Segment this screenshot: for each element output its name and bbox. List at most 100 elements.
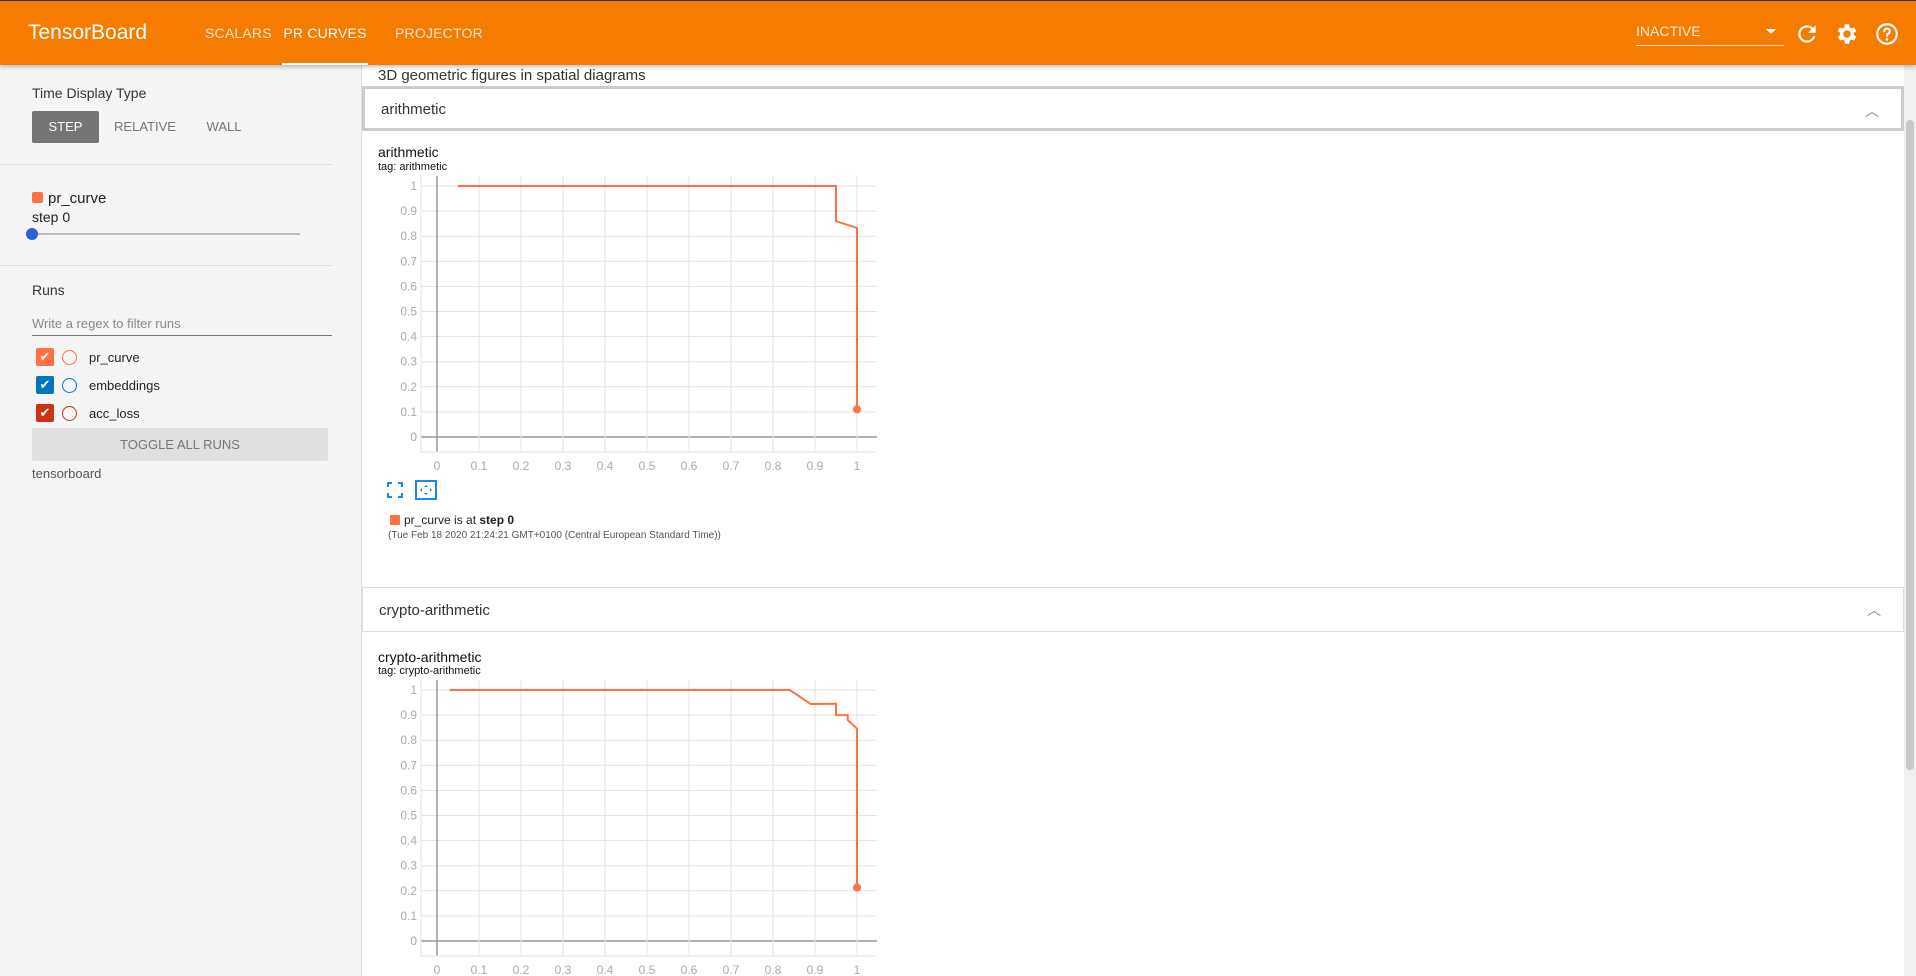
y-tick-label: 0 — [410, 934, 417, 948]
caret-down-icon — [1766, 29, 1776, 34]
chevron-up-icon[interactable]: ︿ — [1867, 600, 1881, 620]
y-tick-label: 0.2 — [400, 380, 417, 394]
run-name: embeddings — [89, 377, 160, 393]
legend-text: is at — [450, 513, 480, 527]
legend-timestamp: (Tue Feb 18 2020 21:24:21 GMT+0100 (Cent… — [388, 530, 721, 541]
y-tick-label: 0.8 — [400, 733, 417, 747]
divider — [0, 265, 332, 266]
run-filter-input[interactable] — [32, 312, 332, 336]
x-tick-label: 0.6 — [681, 459, 698, 473]
y-tick-label: 0.9 — [400, 204, 417, 218]
radio-circle-icon[interactable] — [62, 377, 77, 393]
x-tick-label: 1 — [854, 963, 861, 976]
pr-curve-line — [449, 689, 858, 888]
category-header-crypto-arithmetic[interactable]: crypto-arithmetic ︿ — [362, 587, 1904, 632]
previous-card-title: 3D geometric figures in spatial diagrams — [378, 67, 646, 84]
legend-run: pr_curve — [404, 513, 451, 527]
y-tick-label: 0.5 — [400, 809, 417, 823]
pr-curve-line — [458, 185, 858, 410]
run-item-pr-curve[interactable]: ✔ pr_curve — [36, 347, 140, 367]
log-dir-label: tensorboard — [32, 466, 102, 481]
time-display-step-button[interactable]: STEP — [32, 111, 99, 143]
x-tick-label: 0.3 — [555, 459, 572, 473]
y-tick-label: 0.1 — [400, 909, 417, 923]
checkbox-checked-icon[interactable]: ✔ — [36, 376, 54, 394]
app-brand: TensorBoard — [28, 21, 148, 44]
x-tick-label: 0.5 — [639, 963, 656, 976]
x-tick-label: 0 — [434, 459, 441, 473]
chart-tag: tag: crypto-arithmetic — [378, 665, 481, 677]
x-tick-label: 0.9 — [807, 459, 824, 473]
x-tick-label: 0.4 — [597, 963, 614, 976]
time-display-wall-button[interactable]: WALL — [196, 111, 252, 143]
settings-icon[interactable] — [1834, 21, 1860, 47]
x-tick-label: 0.9 — [807, 963, 824, 976]
y-tick-label: 0.4 — [400, 330, 417, 344]
chevron-up-icon[interactable]: ︿ — [1865, 101, 1879, 121]
pr-curve-chart-crypto-arithmetic[interactable]: 0 0.1 0.2 0.3 0.4 0.5 0.6 0.7 0.8 0.9 1 0 0.1 0.2 0.3 0… — [400, 680, 880, 976]
y-tick-label: 0.7 — [400, 758, 417, 772]
x-tick-label: 0 — [434, 963, 441, 976]
run-name: acc_loss — [89, 405, 140, 421]
step-slider-handle[interactable] — [26, 228, 38, 240]
x-tick-label: 0.1 — [471, 459, 488, 473]
inactive-plugins-dropdown[interactable]: INACTIVE — [1636, 23, 1784, 46]
checkbox-checked-icon[interactable]: ✔ — [36, 348, 54, 366]
y-tick-label: 0.5 — [400, 305, 417, 319]
refresh-icon[interactable] — [1794, 21, 1820, 47]
legend-step: step 0 — [479, 513, 515, 527]
x-tick-label: 0.2 — [513, 459, 530, 473]
run-color-swatch — [390, 515, 400, 525]
y-tick-label: 0.1 — [400, 405, 417, 419]
run-item-acc-loss[interactable]: ✔ acc_loss — [36, 403, 140, 423]
slider-run-name: pr_curve — [48, 190, 107, 207]
tab-projector[interactable]: PROJECTOR — [395, 25, 483, 65]
checkbox-checked-icon[interactable]: ✔ — [36, 404, 54, 422]
step-slider-track[interactable] — [32, 233, 300, 235]
y-tick-label: 0.8 — [400, 229, 417, 243]
y-tick-label: 1 — [410, 179, 417, 193]
x-tick-label: 0.1 — [471, 963, 488, 976]
radio-circle-icon[interactable] — [62, 405, 77, 421]
x-tick-label: 0.2 — [513, 963, 530, 976]
fullscreen-icon[interactable] — [387, 482, 403, 498]
category-header-arithmetic[interactable]: arithmetic ︿ — [362, 86, 1904, 131]
tab-scalars[interactable]: SCALARS — [205, 25, 272, 65]
x-tick-label: 0.3 — [555, 963, 572, 976]
y-tick-label: 0 — [410, 430, 417, 444]
time-display-relative-button[interactable]: RELATIVE — [108, 111, 182, 143]
y-tick-label: 0.6 — [400, 783, 417, 797]
divider — [0, 164, 332, 165]
x-tick-label: 0.5 — [639, 459, 656, 473]
y-tick-label: 0.3 — [400, 859, 417, 873]
chart-tag: tag: arithmetic — [378, 161, 448, 173]
pr-curve-endpoint — [853, 405, 861, 414]
chart-legend: pr_curve is at step 0 — [390, 513, 514, 527]
y-tick-label: 0.7 — [400, 254, 417, 268]
category-title: arithmetic — [381, 101, 447, 118]
toggle-all-runs-button[interactable]: TOGGLE ALL RUNS — [32, 428, 328, 461]
run-item-embeddings[interactable]: ✔ embeddings — [36, 375, 160, 395]
y-tick-label: 0.4 — [400, 834, 417, 848]
y-tick-label: 0.2 — [400, 884, 417, 898]
y-tick-label: 0.9 — [400, 708, 417, 722]
x-tick-label: 0.8 — [765, 963, 782, 976]
radio-circle-icon[interactable] — [62, 349, 77, 365]
x-tick-label: 0.8 — [765, 459, 782, 473]
pr-curve-endpoint — [853, 883, 861, 892]
scrollbar-thumb[interactable] — [1906, 120, 1914, 770]
x-tick-label: 0.7 — [723, 963, 740, 976]
fit-domain-icon[interactable] — [415, 480, 437, 500]
help-icon[interactable] — [1874, 21, 1900, 47]
slider-step-label: step 0 — [32, 209, 71, 225]
category-title: crypto-arithmetic — [379, 602, 490, 619]
tab-pr-curves[interactable]: PR CURVES — [282, 25, 368, 65]
x-tick-label: 0.6 — [681, 963, 698, 976]
pr-curve-chart-arithmetic[interactable]: 0 0.1 0.2 0.3 0.4 0.5 0.6 0.7 0.8 0.9 1 0 0.1 0.2 0.3 0… — [400, 176, 880, 476]
x-tick-label: 0.7 — [723, 459, 740, 473]
y-tick-label: 0.3 — [400, 355, 417, 369]
chart-title: arithmetic — [378, 144, 439, 160]
x-tick-label: 0.4 — [597, 459, 614, 473]
top-app-bar: TensorBoard SCALARS PR CURVES PROJECTOR … — [0, 0, 1916, 65]
run-name: pr_curve — [89, 349, 140, 365]
